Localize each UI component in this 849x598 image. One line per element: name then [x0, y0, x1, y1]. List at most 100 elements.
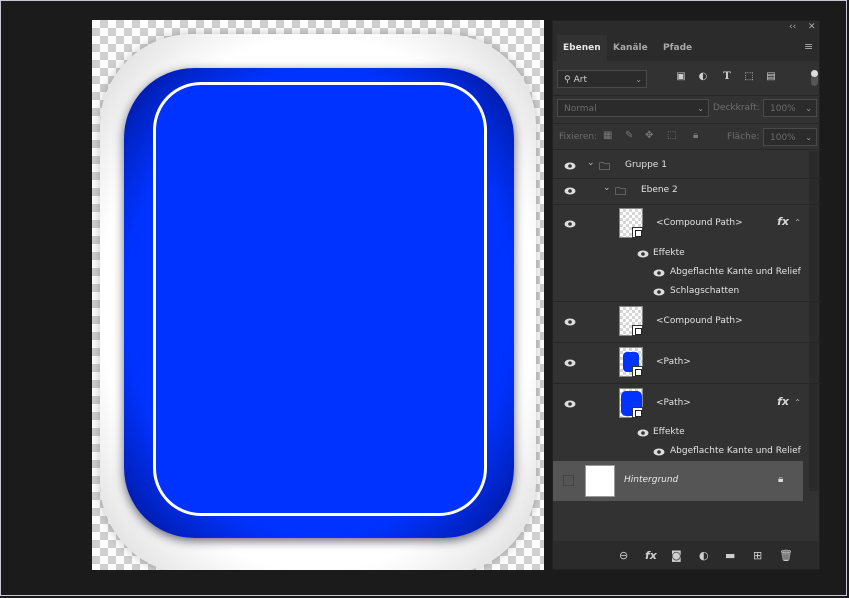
lock-transparency-icon[interactable]: ▦	[603, 130, 612, 141]
lock-all-icon[interactable]: 🔒︎	[693, 130, 698, 141]
visibility-eye-icon[interactable]	[564, 359, 576, 367]
effects-label: Effekte	[653, 248, 685, 258]
filter-toggle[interactable]	[811, 70, 818, 86]
layer-name: Ebene 2	[641, 185, 678, 195]
effect-row[interactable]: Abgeflachte Kante und Relief	[553, 263, 803, 282]
layer-row-ebene-2[interactable]: ⌄ 🗀︎ Ebene 2	[553, 179, 803, 203]
visibility-eye-icon[interactable]	[637, 429, 649, 437]
fill-label: Fläche:	[727, 132, 760, 142]
layer-row-compound-path[interactable]: <Compound Path>	[553, 302, 803, 342]
panel-bottom-toolbar: ⊖ fx ◙ ◐ ▬ ⊞ 🗑︎	[553, 541, 819, 569]
chevron-down-icon[interactable]: ⌄	[587, 158, 595, 168]
visibility-eye-icon[interactable]	[653, 269, 665, 277]
layer-name: <Path>	[656, 357, 691, 367]
layers-scrollbar[interactable]	[809, 151, 819, 491]
layer-row-gruppe-1[interactable]: ⌄ 🗀︎ Gruppe 1	[553, 155, 803, 177]
collapse-icon[interactable]: ‹‹	[789, 22, 796, 32]
layer-thumbnail	[619, 208, 643, 238]
fx-icon[interactable]: fx	[777, 215, 789, 228]
link-icon[interactable]: ⊖	[619, 549, 628, 562]
blend-mode-value: Normal	[564, 104, 597, 114]
fill-field[interactable]: 100% ⌄	[763, 128, 817, 146]
vector-mask-badge	[632, 227, 643, 238]
filter-kind-value: Art	[573, 75, 587, 85]
layer-thumbnail	[619, 388, 643, 418]
blend-mode-select[interactable]: Normal ⌄	[557, 99, 709, 117]
visibility-eye-icon[interactable]	[564, 318, 576, 326]
new-layer-icon[interactable]: ⊞	[753, 549, 762, 562]
chevron-down-icon: ⌄	[635, 75, 642, 84]
vector-mask-badge	[632, 325, 643, 336]
search-icon: ⚲	[564, 75, 571, 85]
chevron-down-icon: ⌄	[805, 133, 812, 142]
type-filter-icon[interactable]: T	[721, 71, 733, 83]
smart-object-filter-icon[interactable]: ▤	[765, 71, 777, 83]
layer-row-hintergrund[interactable]: Hintergrund 🔒︎	[553, 461, 803, 501]
lock-row: Fixieren: ▦ ✎ ✥ ⬚ 🔒︎ Fläche: 100% ⌄	[557, 127, 819, 147]
image-filter-icon[interactable]: ▣	[675, 71, 687, 83]
fx-icon[interactable]: fx	[645, 549, 657, 562]
document-canvas[interactable]	[92, 20, 544, 570]
opacity-value: 100%	[770, 104, 796, 114]
visibility-eye-icon[interactable]	[564, 220, 576, 228]
visibility-eye-icon[interactable]	[564, 400, 576, 408]
vector-mask-badge	[632, 407, 643, 418]
panel-topbar: ‹‹ ✕	[553, 21, 819, 35]
opacity-field[interactable]: 100% ⌄	[763, 99, 817, 117]
blend-row: Normal ⌄ Deckkraft: 100% ⌄	[557, 99, 819, 119]
divider	[553, 123, 821, 124]
collapse-effects-icon[interactable]: ⌃	[794, 398, 801, 407]
folder-icon[interactable]: ▬	[725, 549, 735, 562]
adjustment-filter-icon[interactable]: ◐	[697, 71, 709, 83]
layer-name: <Compound Path>	[656, 218, 743, 228]
filter-kind-select[interactable]: ⚲ Art ⌄	[557, 70, 647, 88]
layer-row-compound-path[interactable]: <Compound Path> fx ⌃	[553, 205, 803, 245]
divider	[553, 95, 821, 96]
visibility-toggle-empty[interactable]	[563, 475, 574, 486]
trash-icon[interactable]: 🗑︎	[779, 549, 793, 562]
divider	[553, 149, 821, 150]
adjustment-icon[interactable]: ◐	[699, 549, 709, 562]
effects-row[interactable]: Effekte	[553, 245, 803, 263]
tab-pfade[interactable]: Pfade	[663, 35, 692, 61]
collapse-effects-icon[interactable]: ⌃	[794, 218, 801, 227]
tab-kanaele[interactable]: Kanäle	[613, 35, 648, 61]
visibility-eye-icon[interactable]	[637, 250, 649, 258]
visibility-eye-icon[interactable]	[564, 162, 576, 170]
layer-name: Hintergrund	[624, 475, 679, 485]
vector-mask-badge	[632, 366, 643, 377]
effect-name: Schlagschatten	[670, 286, 740, 296]
layer-thumbnail	[585, 465, 615, 497]
lock-label: Fixieren:	[559, 132, 598, 142]
visibility-eye-icon[interactable]	[653, 288, 665, 296]
visibility-eye-icon[interactable]	[564, 187, 576, 195]
effect-row[interactable]: Schlagschatten	[553, 282, 803, 301]
panel-menu-icon[interactable]: ≡	[804, 41, 814, 52]
effect-row[interactable]: Abgeflachte Kante und Relief	[553, 442, 803, 461]
effects-row[interactable]: Effekte	[553, 424, 803, 442]
layer-thumbnail	[619, 347, 643, 377]
chevron-down-icon[interactable]: ⌄	[603, 183, 611, 193]
inner-blue-panel	[153, 82, 487, 516]
lock-icon[interactable]: 🔒︎	[778, 474, 783, 485]
layers-panel: ‹‹ ✕ Ebenen Kanäle Pfade ≡ ⚲ Art ⌄ ▣ ◐ T …	[552, 20, 821, 570]
mask-icon[interactable]: ◙	[671, 549, 682, 562]
fill-value: 100%	[770, 133, 796, 143]
lock-position-icon[interactable]: ✥	[645, 130, 653, 141]
chevron-down-icon: ⌄	[697, 104, 704, 113]
opacity-label: Deckkraft:	[713, 103, 760, 113]
fx-icon[interactable]: fx	[777, 395, 789, 408]
close-icon[interactable]: ✕	[808, 22, 816, 32]
lock-artboard-icon[interactable]: ⬚	[667, 130, 676, 141]
layer-row-path[interactable]: <Path> fx ⌃	[553, 384, 803, 424]
tab-ebenen[interactable]: Ebenen	[557, 35, 607, 61]
chevron-down-icon: ⌄	[805, 104, 812, 113]
panel-tabs: Ebenen Kanäle Pfade ≡	[553, 35, 819, 61]
layer-thumbnail	[619, 306, 643, 336]
visibility-eye-icon[interactable]	[653, 448, 665, 456]
filter-row: ⚲ Art ⌄ ▣ ◐ T ⬚ ▤	[557, 67, 819, 91]
shape-filter-icon[interactable]: ⬚	[743, 71, 755, 83]
lock-image-icon[interactable]: ✎	[625, 130, 633, 141]
folder-icon: 🗀︎	[615, 185, 626, 198]
layer-row-path[interactable]: <Path>	[553, 343, 803, 383]
